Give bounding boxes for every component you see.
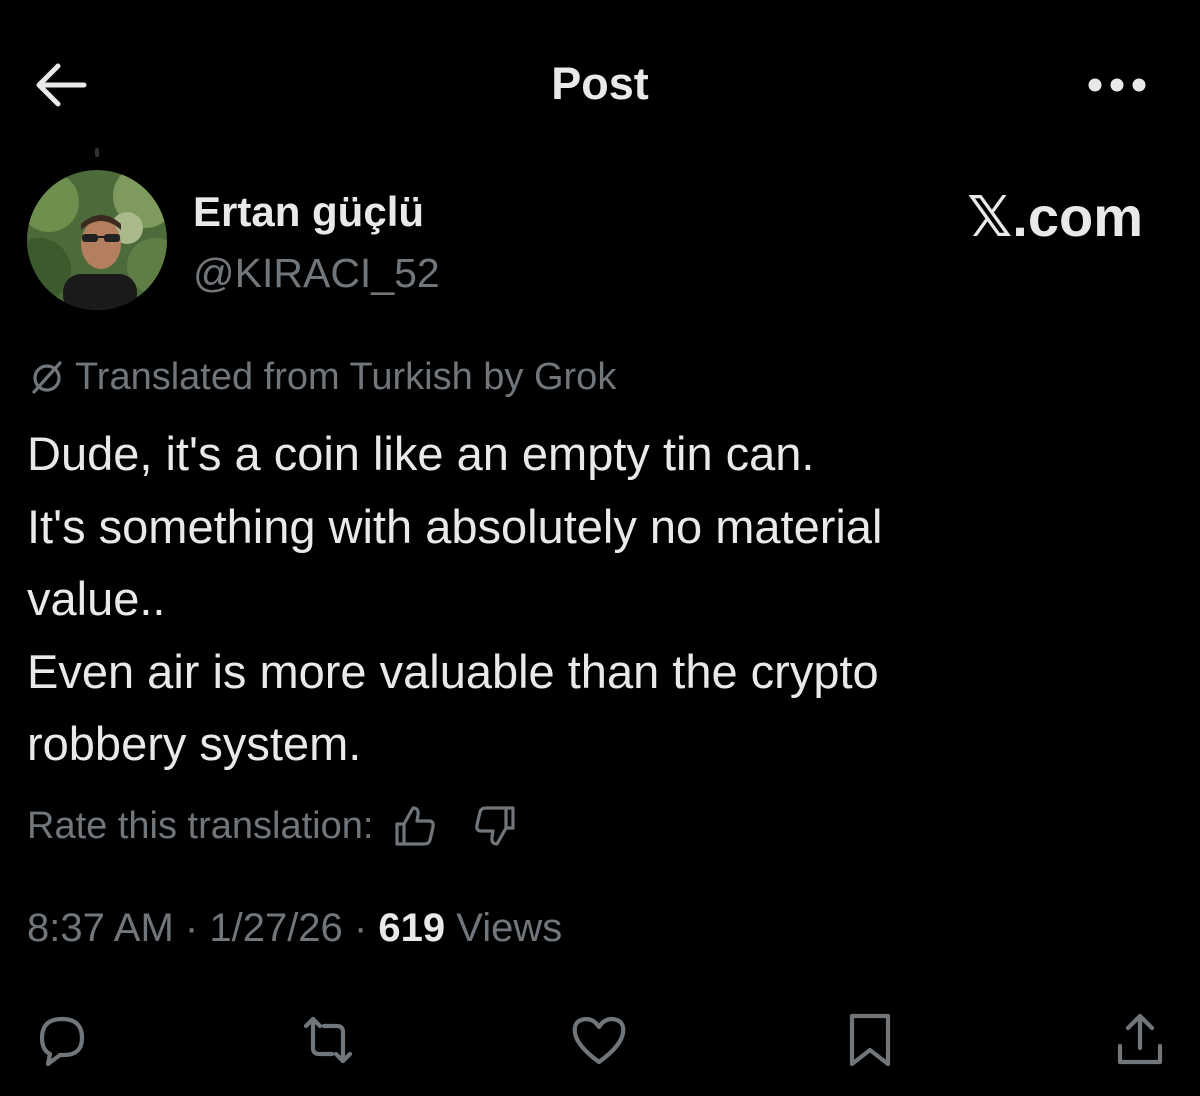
rate-translation: Rate this translation: (27, 800, 519, 852)
meta-separator: · (184, 906, 199, 950)
post-time[interactable]: 8:37 AM (27, 906, 174, 950)
bookmark-icon[interactable] (838, 1008, 902, 1072)
page-title: Post (551, 58, 649, 109)
thumbs-up-icon[interactable] (391, 802, 439, 850)
post-text-line: robbery system. (27, 717, 362, 770)
post-text-line: It's something with absolutely no materi… (27, 499, 883, 553)
rate-translation-label: Rate this translation: (27, 804, 374, 847)
thumbs-down-icon[interactable] (471, 802, 519, 850)
reply-icon[interactable] (30, 1008, 94, 1072)
thread-connector (95, 148, 99, 157)
views-count: 619 (378, 906, 446, 950)
post-date[interactable]: 1/27/26 (209, 906, 342, 950)
grok-icon (32, 361, 62, 394)
more-horizontal-icon (1088, 78, 1146, 92)
brand-watermark: 𝕏.com (967, 185, 1143, 248)
post-text-line: value.. (27, 572, 166, 625)
more-options-button[interactable] (1086, 74, 1148, 96)
like-icon[interactable] (567, 1008, 631, 1072)
avatar[interactable] (27, 170, 167, 310)
avatar-photo (27, 170, 167, 310)
translation-note-text: Translated from Turkish by Grok (75, 355, 617, 398)
author-name[interactable]: Ertan güçlü (193, 188, 424, 236)
post-text-line: Even air is more valuable than the crypt… (27, 644, 879, 698)
translation-note: Translated from Turkish by Grok (27, 354, 616, 400)
post-meta: 8:37 AM · 1/27/26 · 619 Views (27, 906, 562, 951)
meta-separator: · (353, 906, 368, 950)
views-label: Views (456, 906, 563, 950)
post-text-line: Dude, it's a coin like an empty tin can. (27, 427, 815, 480)
post-text: Dude, it's a coin like an empty tin can.… (27, 418, 1167, 781)
author-handle[interactable]: @KIRACI_52 (193, 250, 440, 297)
repost-icon[interactable] (296, 1008, 360, 1072)
share-icon[interactable] (1108, 1008, 1172, 1072)
